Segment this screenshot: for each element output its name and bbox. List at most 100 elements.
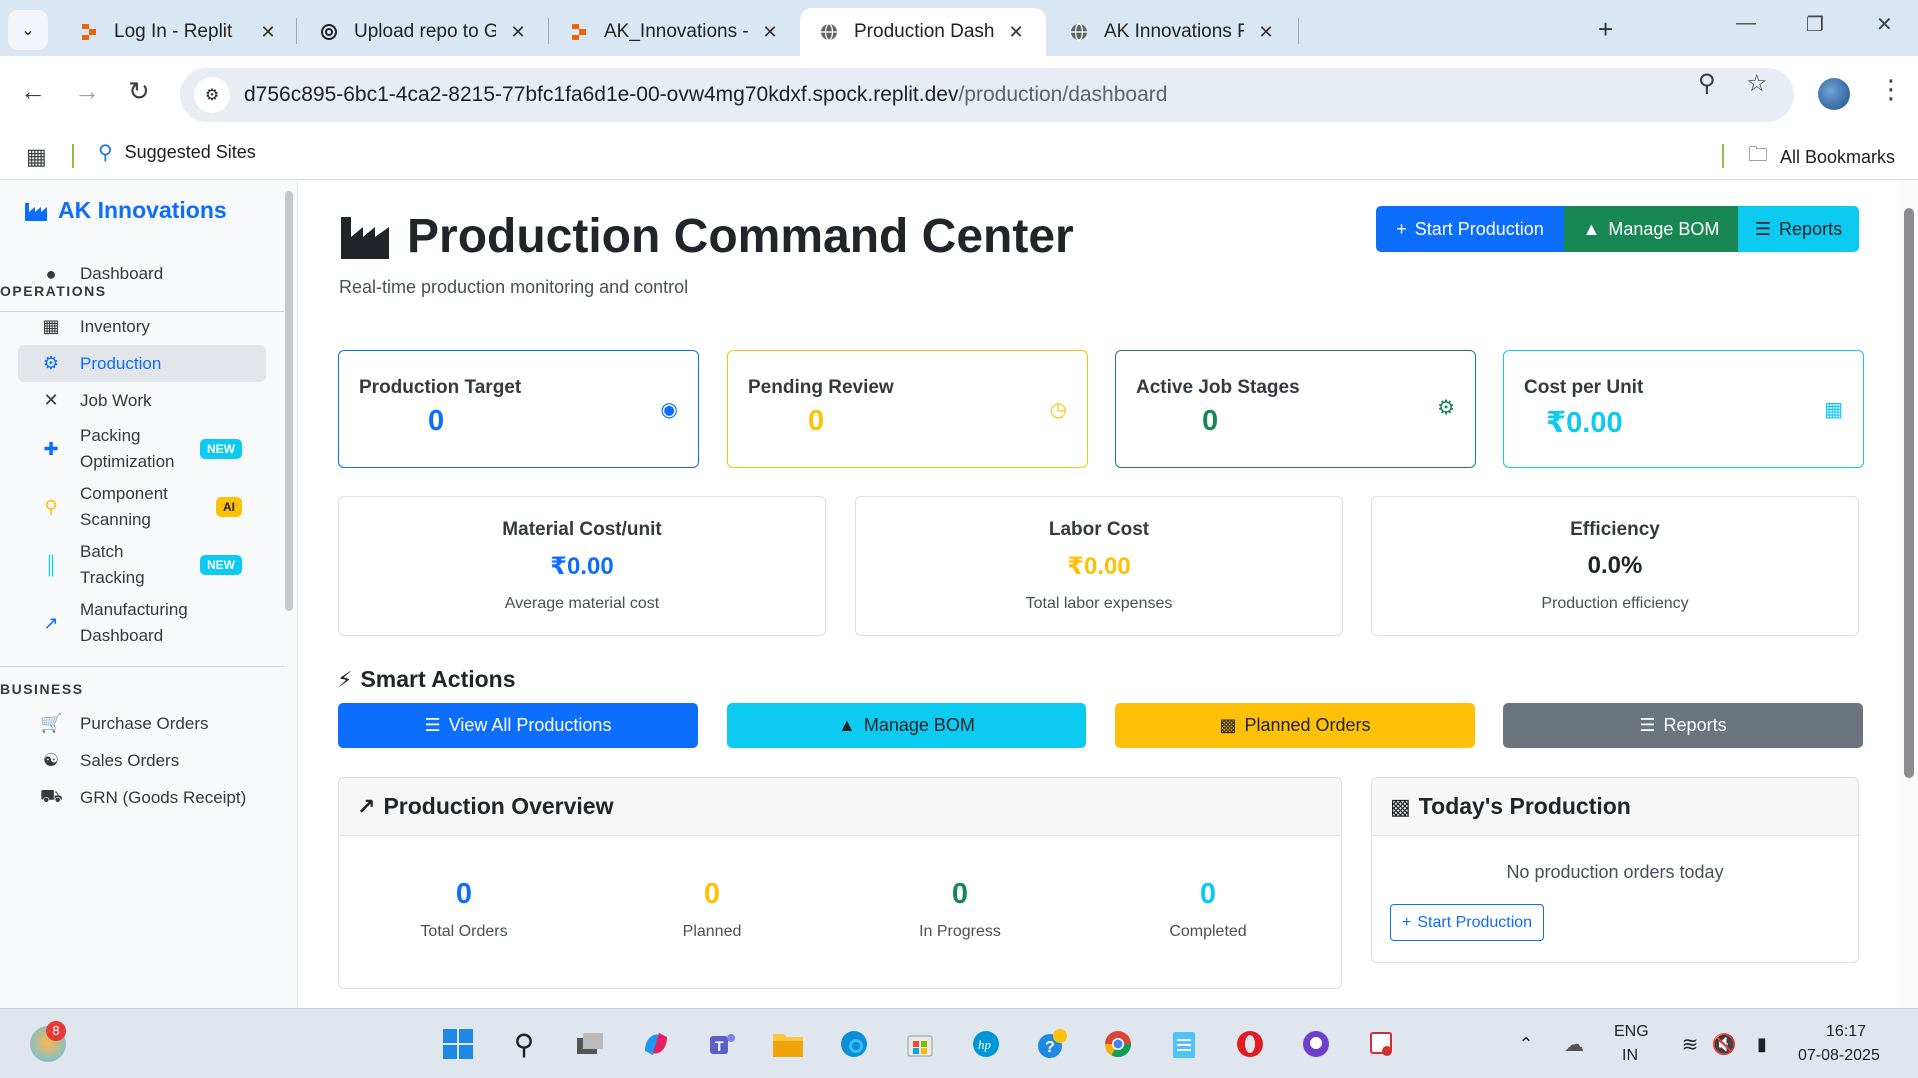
onedrive-cloud-icon[interactable]: ☁ — [1556, 1026, 1592, 1062]
browser-tab[interactable]: AK Innovations Factory M ✕ — [1050, 8, 1296, 56]
task-view-icon[interactable] — [572, 1026, 608, 1062]
sidebar-item-production[interactable]: ⚙ Production — [18, 345, 266, 382]
reports-action-button[interactable]: ☰ Reports — [1503, 703, 1863, 748]
industry-icon — [25, 202, 47, 221]
close-icon[interactable]: ✕ — [1254, 22, 1278, 43]
language-indicator[interactable]: ENG — [1614, 1023, 1649, 1041]
back-arrow-icon[interactable]: ← — [20, 76, 46, 107]
chrome-icon[interactable] — [1100, 1026, 1136, 1062]
apps-grid-icon[interactable]: ▦ — [26, 144, 47, 170]
edge-icon[interactable] — [836, 1026, 872, 1062]
sidebar-item-purchase-orders[interactable]: 🛒 Purchase Orders — [18, 705, 266, 742]
sidebar-scrollbar[interactable] — [285, 191, 293, 611]
page-scrollbar-thumb[interactable] — [1904, 208, 1914, 778]
stat-card-production-target: Production Target 0 ◉ — [338, 350, 699, 468]
brand-name: AK Innovations — [58, 197, 227, 223]
help-icon[interactable]: ? — [1034, 1026, 1070, 1062]
sidebar-item-inventory[interactable]: ▦ Inventory — [18, 308, 266, 345]
wifi-icon[interactable]: ≋ — [1672, 1026, 1708, 1062]
close-icon[interactable]: ✕ — [758, 22, 782, 43]
sidebar-item-grn[interactable]: ⛟ GRN (Goods Receipt) — [18, 779, 266, 816]
overview-value: 0 — [455, 878, 473, 910]
url-field[interactable]: ⚙ d756c895-6bc1-4ca2-8215-77bfc1fa6d1e-0… — [180, 68, 1794, 122]
search-icon[interactable]: ⚲ — [506, 1026, 542, 1062]
panel-header: ▩ Today's Production — [1372, 778, 1858, 836]
metric-value: 0.0% — [1587, 552, 1643, 579]
window-close-icon[interactable]: ✕ — [1876, 12, 1893, 37]
sidebar-item-sales-orders[interactable]: ☯ Sales Orders — [18, 742, 266, 779]
snipping-tool-icon[interactable] — [1364, 1026, 1400, 1062]
page-title: Production Command Center — [339, 209, 1074, 264]
reload-icon[interactable]: ↻ — [128, 76, 150, 107]
sidebar-item-component-scanning[interactable]: ⚲ Component Scanning AI — [18, 479, 266, 535]
section-heading-operations: OPERATIONS — [0, 283, 107, 299]
opera-icon[interactable] — [1232, 1026, 1268, 1062]
windows-start-icon[interactable] — [440, 1026, 476, 1062]
bookmark-suggested-sites[interactable]: ⚲ Suggested Sites — [98, 140, 256, 165]
notepad-icon[interactable] — [1166, 1026, 1202, 1062]
page-subtitle: Real-time production monitoring and cont… — [339, 277, 689, 297]
tab-divider — [1298, 18, 1299, 44]
forward-arrow-icon[interactable]: → — [74, 76, 100, 107]
speaker-muted-icon[interactable]: 🔇 — [1706, 1026, 1742, 1062]
profile-avatar[interactable] — [1818, 78, 1850, 110]
minimize-icon[interactable]: — — [1736, 12, 1756, 35]
overview-value: 0 — [703, 878, 721, 910]
list-icon: ☰ — [424, 715, 441, 735]
tab-label: Production Dashboard - — [854, 21, 994, 42]
browser-tab[interactable]: Upload repo to GitHub ✕ — [300, 8, 548, 56]
sidebar-item-packing-optimization[interactable]: ✚ Packing Optimization NEW — [18, 421, 266, 477]
browser-tab[interactable]: AK_Innovations - Replit ✕ — [550, 8, 800, 56]
file-explorer-icon[interactable] — [770, 1026, 806, 1062]
battery-icon[interactable]: ▮ — [1744, 1026, 1780, 1062]
boxes-icon: ▦ — [42, 316, 60, 336]
browser-tab-active[interactable]: Production Dashboard - ✕ — [800, 8, 1046, 56]
clock-time[interactable]: 16:17 — [1826, 1023, 1866, 1041]
reports-button[interactable]: ☰ Reports — [1738, 206, 1859, 252]
bookmark-star-icon[interactable]: ☆ — [1746, 69, 1768, 98]
calculator-icon: ▦ — [1824, 399, 1843, 421]
sidebar-item-batch-tracking[interactable]: ║ Batch Tracking NEW — [18, 537, 266, 593]
chevron-up-icon[interactable]: ⌃ — [1508, 1026, 1544, 1062]
tab-label: AK_Innovations - Replit — [604, 21, 748, 42]
start-production-button[interactable]: + Start Production — [1376, 206, 1564, 252]
sitemap-icon: ▲ — [838, 715, 856, 735]
tab-search-button[interactable]: ⌄ — [8, 10, 48, 50]
microsoft-store-icon[interactable] — [902, 1026, 938, 1062]
overview-label: Completed — [1169, 923, 1247, 940]
close-icon[interactable]: ✕ — [506, 22, 530, 43]
menu-kebab-icon[interactable]: ⋮ — [1878, 74, 1904, 105]
overview-label: Total Orders — [420, 923, 508, 940]
sidebar-item-label: Packing Optimization — [80, 426, 175, 471]
start-production-outline-button[interactable]: + Start Production — [1390, 904, 1545, 941]
browser-tab[interactable]: Log In - Replit ✕ — [60, 8, 298, 56]
bookmark-divider — [72, 144, 74, 168]
hp-icon[interactable]: hp — [968, 1026, 1004, 1062]
view-all-productions-button[interactable]: ☰ View All Productions — [338, 703, 698, 748]
replit-icon — [568, 21, 590, 43]
bookmark-label: Suggested Sites — [124, 142, 256, 162]
overview-stat-total-orders: 0 Total Orders — [340, 878, 588, 941]
teams-icon[interactable]: T — [704, 1026, 740, 1062]
manage-bom-action-button[interactable]: ▲ Manage BOM — [727, 703, 1086, 748]
calendar-icon: ▩ — [1390, 793, 1411, 819]
copilot-icon[interactable] — [638, 1026, 674, 1062]
site-settings-icon[interactable]: ⚙ — [194, 77, 230, 113]
clock-date[interactable]: 07-08-2025 — [1798, 1047, 1880, 1065]
url-path: /production/dashboard — [958, 83, 1168, 106]
sidebar-item-label: Sales Orders — [80, 750, 180, 770]
restore-icon[interactable]: ❐ — [1806, 12, 1824, 37]
close-icon[interactable]: ✕ — [256, 22, 280, 43]
sidebar-item-manufacturing-dashboard[interactable]: ↗ Manufacturing Dashboard — [18, 595, 266, 651]
zoom-search-icon[interactable]: ⚲ — [1698, 69, 1716, 98]
planned-orders-button[interactable]: ▩ Planned Orders — [1115, 703, 1475, 748]
github-icon[interactable] — [1298, 1026, 1334, 1062]
sidebar-item-job-work[interactable]: ✕ Job Work — [18, 382, 266, 419]
close-icon[interactable]: ✕ — [1004, 22, 1028, 43]
overview-stat-completed: 0 Completed — [1084, 878, 1332, 941]
all-bookmarks[interactable]: 🗀 All Bookmarks — [1748, 140, 1895, 174]
manage-bom-button[interactable]: ▲ Manage BOM — [1564, 206, 1738, 252]
overview-stat-in-progress: 0 In Progress — [836, 878, 1084, 941]
new-tab-plus-icon[interactable]: + — [1598, 14, 1613, 45]
brand-logo[interactable]: AK Innovations — [24, 197, 227, 224]
